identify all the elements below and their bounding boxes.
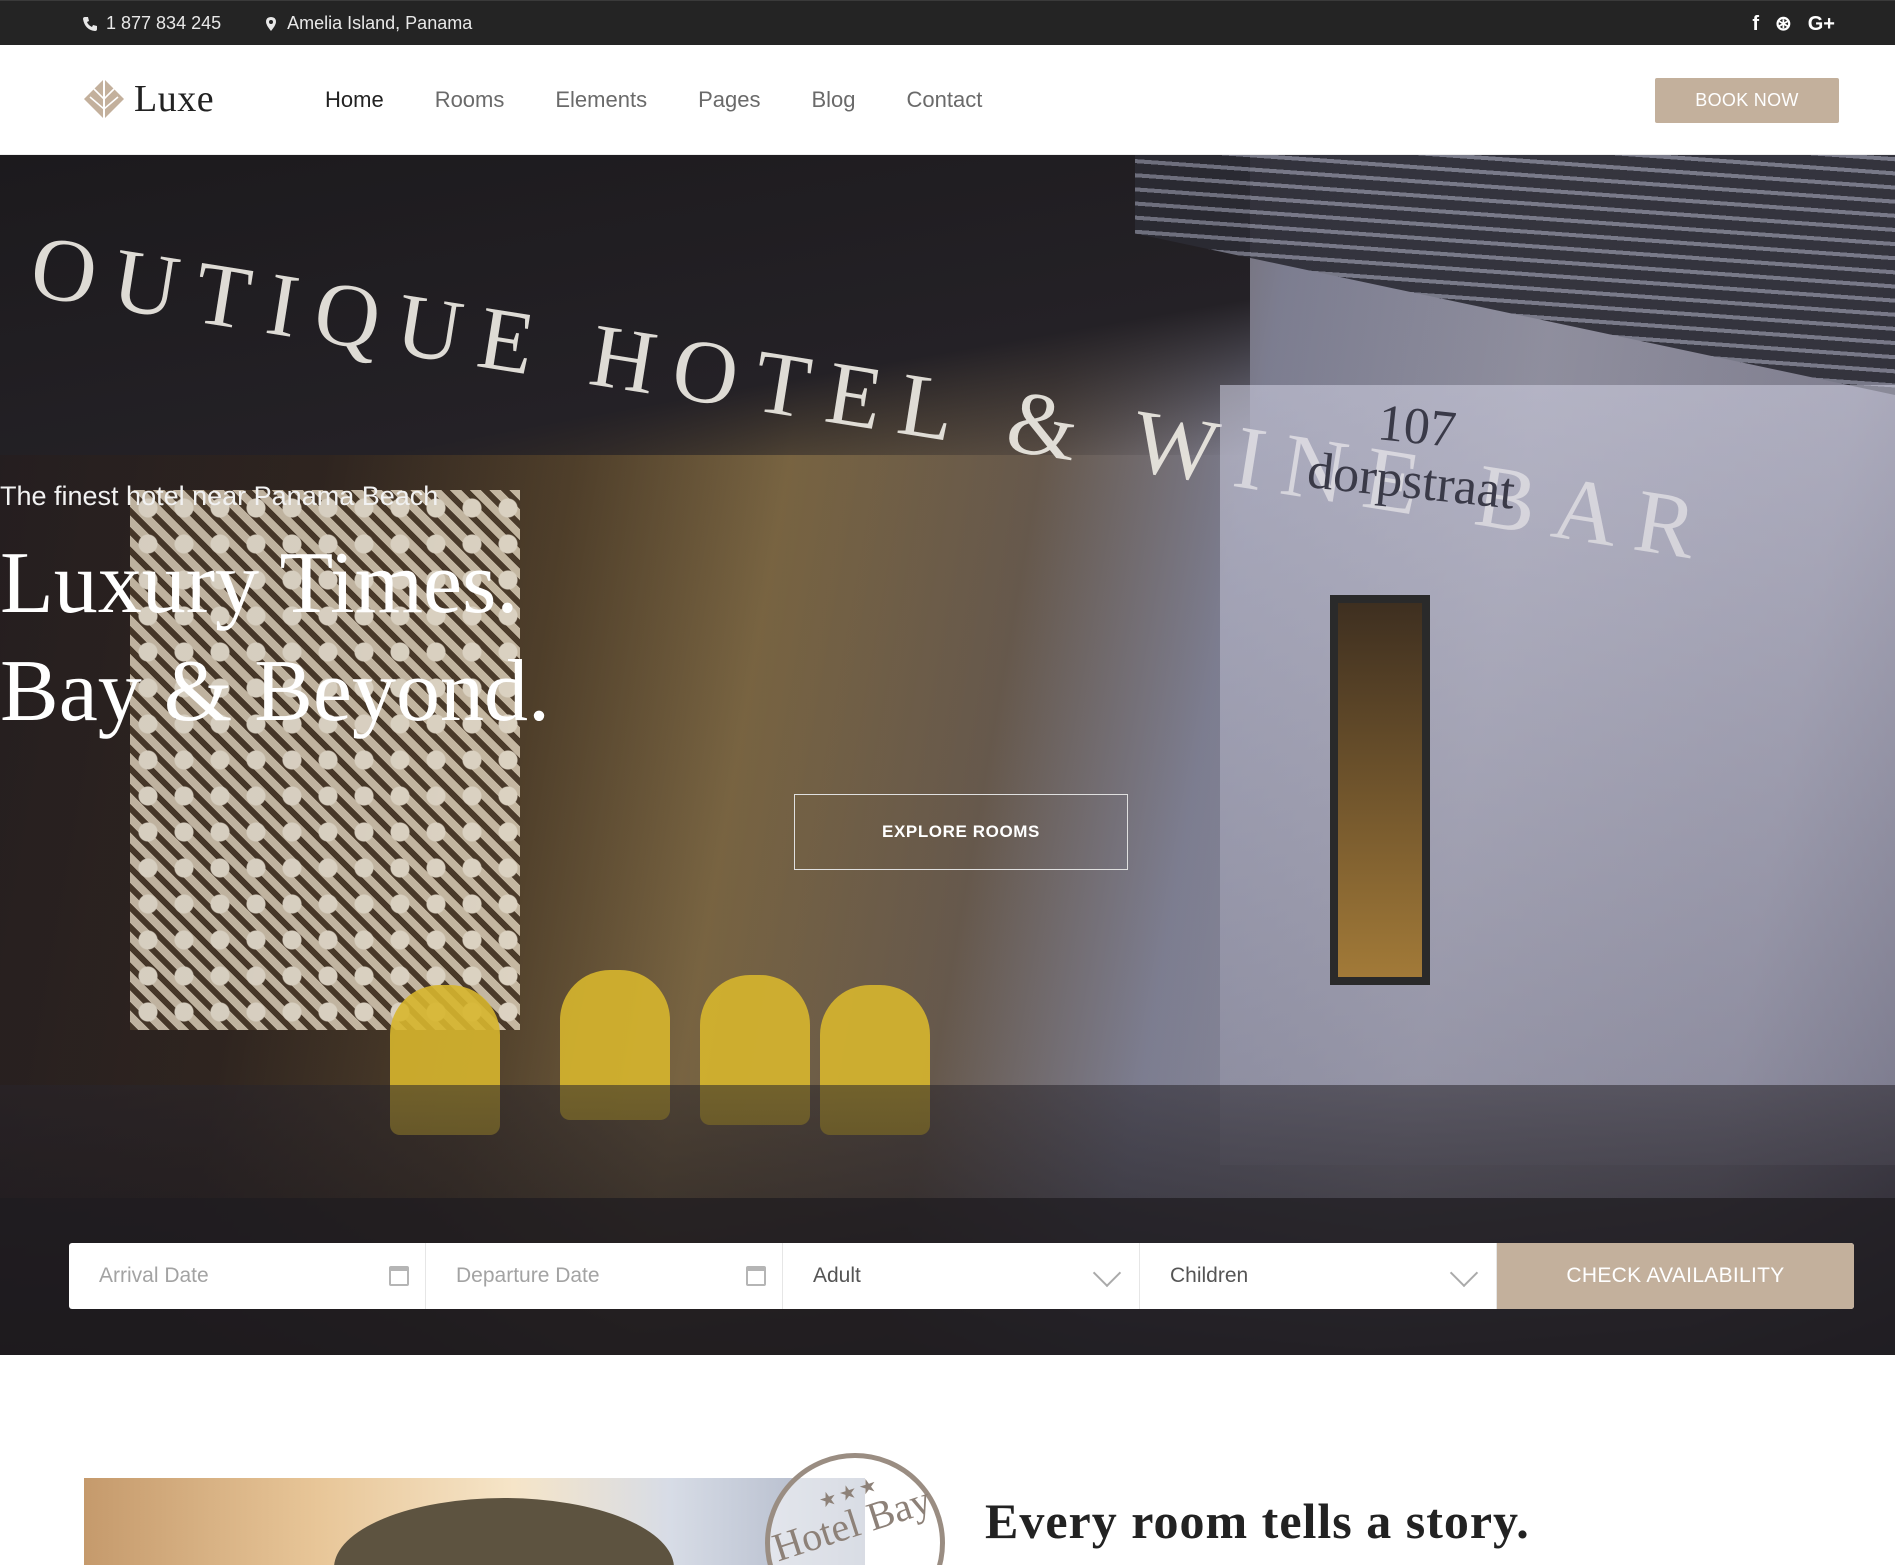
about-image-hill: [334, 1498, 674, 1565]
main-header: Luxe Home Rooms Elements Pages Blog Cont…: [0, 45, 1895, 155]
hero-title-line-1: Luxury Times.: [0, 535, 519, 632]
hero-title: Luxury Times. Bay & Beyond.: [0, 530, 1895, 746]
dribbble-icon[interactable]: ⊛: [1775, 14, 1792, 34]
about-heading: Every room tells a story.: [985, 1493, 1530, 1549]
children-select-value: Children: [1170, 1264, 1249, 1287]
arrival-date-field[interactable]: Arrival Date: [69, 1243, 426, 1309]
phone-icon: [83, 16, 97, 31]
nav-elements[interactable]: Elements: [555, 87, 647, 113]
book-now-button[interactable]: BOOK NOW: [1655, 78, 1839, 123]
social-links: f ⊛ G+: [1752, 1, 1835, 46]
facebook-icon[interactable]: f: [1752, 14, 1759, 34]
nav-home[interactable]: Home: [325, 87, 384, 113]
nav-blog[interactable]: Blog: [811, 87, 855, 113]
calendar-icon: [746, 1266, 766, 1286]
map-pin-icon: [266, 16, 277, 31]
location-text: Amelia Island, Panama: [287, 13, 473, 33]
phone-number: 1 877 834 245: [106, 13, 222, 33]
top-bar-contact: 1 877 834 245 Amelia Island, Panama: [82, 1, 472, 46]
adult-select[interactable]: Adult: [783, 1243, 1140, 1309]
nav-pages[interactable]: Pages: [698, 87, 760, 113]
chevron-down-icon: [1449, 1258, 1479, 1288]
about-image: [84, 1478, 865, 1565]
explore-rooms-button[interactable]: EXPLORE ROOMS: [794, 794, 1128, 870]
location-info: Amelia Island, Panama: [263, 13, 472, 34]
nav-contact[interactable]: Contact: [907, 87, 983, 113]
departure-date-field[interactable]: Departure Date: [426, 1243, 783, 1309]
booking-form: Arrival Date Departure Date Adult Childr…: [69, 1243, 1854, 1309]
arrival-date-placeholder: Arrival Date: [99, 1264, 209, 1287]
hero-section: OUTIQUE HOTEL & WINE BAR 107 dorpstraat …: [0, 155, 1895, 1355]
google-plus-icon[interactable]: G+: [1808, 14, 1835, 34]
logo-text: Luxe: [134, 78, 215, 120]
check-availability-button[interactable]: CHECK AVAILABILITY: [1497, 1243, 1854, 1309]
top-bar: 1 877 834 245 Amelia Island, Panama f ⊛ …: [0, 0, 1895, 45]
nav-rooms[interactable]: Rooms: [435, 87, 505, 113]
calendar-icon: [389, 1266, 409, 1286]
adult-select-value: Adult: [813, 1264, 861, 1287]
phone-info[interactable]: 1 877 834 245: [82, 13, 221, 34]
hero-title-line-2: Bay & Beyond.: [0, 643, 550, 740]
children-select[interactable]: Children: [1140, 1243, 1497, 1309]
departure-date-placeholder: Departure Date: [456, 1264, 600, 1287]
logo-leaf-icon: [84, 79, 124, 119]
logo[interactable]: Luxe: [82, 77, 214, 121]
main-nav: Home Rooms Elements Pages Blog Contact: [325, 45, 982, 155]
hero-subtitle: The finest hotel near Panama Beach: [0, 481, 439, 511]
chevron-down-icon: [1092, 1258, 1122, 1288]
